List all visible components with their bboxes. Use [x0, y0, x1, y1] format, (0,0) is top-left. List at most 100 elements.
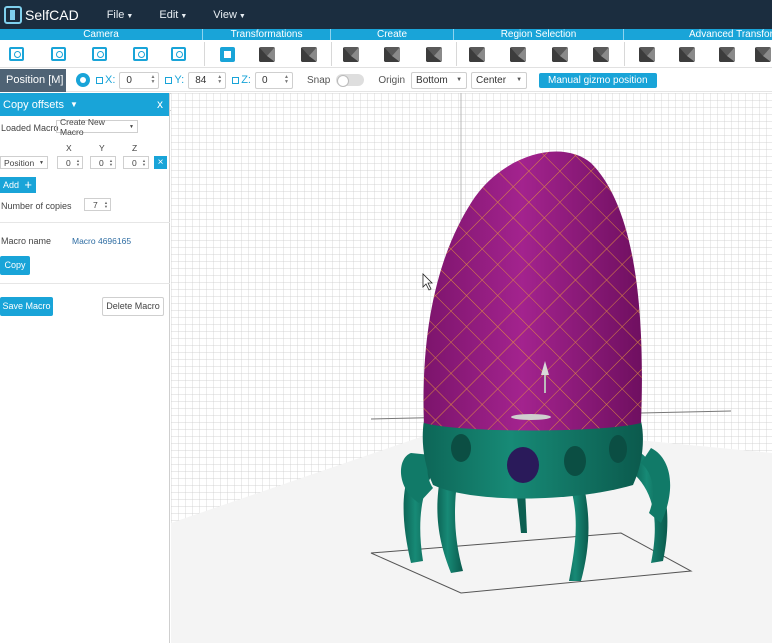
menu-edit[interactable]: Edit ▼ [159, 9, 187, 21]
bevel-icon [679, 46, 695, 62]
camera-tool-4[interactable] [129, 44, 151, 64]
section-transformations: Transformations [203, 29, 331, 40]
gizmo-ring[interactable] [511, 414, 551, 420]
select-object-tool[interactable] [590, 44, 612, 64]
advanced-tool-2[interactable] [676, 44, 698, 64]
remove-offset-button[interactable]: × [154, 156, 167, 169]
x-axis-group: X: 0 ▲ ▼ [96, 71, 160, 89]
toolbar-divider [624, 42, 625, 66]
panel-title: Copy offsets [3, 98, 64, 111]
base-porthole [507, 447, 539, 483]
camera-tool-2[interactable] [47, 44, 69, 64]
y-axis-checkbox[interactable] [165, 76, 173, 84]
selfcad-logo-icon [4, 5, 22, 24]
save-macro-button[interactable]: Save Macro [0, 297, 53, 316]
scale-icon [259, 46, 275, 62]
move-tool[interactable] [216, 44, 238, 64]
snap-toggle[interactable] [336, 74, 365, 87]
rotate-view-icon [132, 47, 148, 61]
edge-select-icon [510, 46, 526, 62]
offset-type-select[interactable]: Position ▼ [0, 156, 48, 169]
rotate-icon [301, 46, 317, 62]
x-position-input[interactable]: 0 ▲ ▼ [119, 71, 160, 89]
menu-view[interactable]: View ▼ [213, 9, 246, 21]
column-x-label: X [66, 143, 72, 153]
z-axis-checkbox[interactable] [232, 76, 240, 84]
screenshot-icon [170, 47, 186, 61]
create-cube-tool[interactable] [340, 44, 362, 64]
y-axis-group: Y: 84 ▲ ▼ [165, 71, 227, 89]
camera-tool-3[interactable] [88, 44, 110, 64]
section-create: Create [331, 29, 454, 40]
fillet-icon [755, 46, 771, 62]
copies-label: Number of copies [1, 201, 72, 211]
create-sphere-tool[interactable] [423, 44, 445, 64]
origin-vertical-select[interactable]: Bottom ▼ [411, 71, 468, 89]
toolbar [0, 40, 772, 68]
z-axis-group: Z: 0 ▲ ▼ [232, 71, 293, 89]
offset-x-input[interactable]: 0 ▲ ▼ [57, 156, 83, 169]
x-axis-checkbox[interactable] [96, 76, 103, 84]
z-axis-label: Z: [241, 74, 251, 86]
add-offset-button[interactable]: Add + [0, 177, 36, 193]
delete-macro-button[interactable]: Delete Macro [102, 297, 164, 316]
close-icon[interactable]: x [157, 97, 163, 111]
panel-divider [0, 222, 170, 223]
plus-icon: + [24, 177, 32, 192]
section-camera: Camera [0, 29, 203, 40]
caret-down-icon[interactable]: ▼ [70, 100, 78, 109]
sphere-icon [426, 46, 442, 62]
toolbar-divider [204, 42, 205, 66]
position-label: Position [M] [0, 68, 66, 92]
snap-label: Snap [306, 74, 331, 86]
section-advanced-transformations: Advanced Transfor [689, 29, 772, 40]
z-position-input[interactable]: 0 ▲ ▼ [254, 71, 293, 89]
base-porthole [609, 435, 627, 463]
select-face-tool[interactable] [549, 44, 571, 64]
copies-input[interactable]: 7 ▲ ▼ [84, 198, 111, 211]
gear-icon[interactable] [76, 73, 90, 87]
pan-icon [91, 47, 107, 61]
toolbar-divider [331, 42, 332, 66]
base-porthole [564, 446, 586, 476]
advanced-tool-3[interactable] [716, 44, 738, 64]
move-icon [219, 46, 235, 62]
y-axis-label: Y: [174, 74, 185, 86]
menu-bar: SelfCAD File ▼ Edit ▼ View ▼ [0, 0, 772, 29]
face-select-icon [552, 46, 568, 62]
select-edge-tool[interactable] [507, 44, 529, 64]
shape-icon [384, 46, 400, 62]
panel-divider [0, 283, 170, 284]
camera-tool-5[interactable] [167, 44, 189, 64]
camera-view-icon [8, 47, 24, 61]
hollow-icon [719, 46, 735, 62]
section-region-selection: Region Selection [454, 29, 624, 40]
loaded-macro-label: Loaded Macro [1, 123, 59, 133]
camera-tool-1[interactable] [5, 44, 27, 64]
panel-header: Copy offsets ▼ x [0, 93, 169, 116]
vertex-select-icon [469, 46, 485, 62]
app-name: SelfCAD [25, 6, 79, 23]
create-shape-tool[interactable] [381, 44, 403, 64]
macro-name-value[interactable]: Macro 4696165 [72, 236, 131, 246]
offset-z-input[interactable]: 0 ▲ ▼ [123, 156, 149, 169]
origin-horizontal-select[interactable]: Center ▼ [471, 71, 528, 89]
advanced-tool-4[interactable] [752, 44, 772, 64]
rotate-tool[interactable] [298, 44, 320, 64]
loaded-macro-select[interactable]: Create New Macro ▼ [56, 117, 138, 137]
scale-tool[interactable] [256, 44, 278, 64]
offset-y-input[interactable]: 0 ▲ ▼ [90, 156, 116, 169]
copy-button[interactable]: Copy [0, 256, 30, 275]
select-vertex-tool[interactable] [466, 44, 488, 64]
advanced-tool-1[interactable] [636, 44, 658, 64]
3d-viewport[interactable] [171, 93, 772, 643]
y-position-input[interactable]: 84 ▲ ▼ [188, 71, 227, 89]
add-label: Add [3, 180, 20, 190]
app-logo: SelfCAD [4, 5, 79, 24]
menu-file[interactable]: File ▼ [107, 9, 134, 21]
copy-offsets-panel: Copy offsets ▼ x [0, 93, 170, 643]
toolbar-divider [456, 42, 457, 66]
manual-gizmo-button[interactable]: Manual gizmo position [539, 72, 657, 88]
origin-label: Origin [378, 74, 406, 86]
scene-canvas[interactable] [171, 93, 772, 643]
